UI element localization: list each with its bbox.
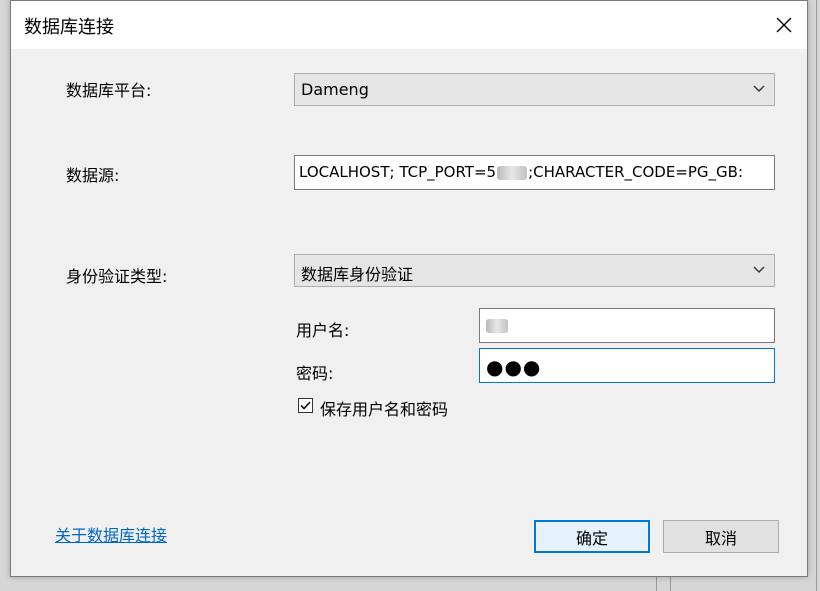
dialog-title: 数据库连接 bbox=[24, 17, 114, 38]
chevron-down-icon bbox=[753, 266, 765, 273]
auth-type-label: 身份验证类型: bbox=[66, 267, 168, 286]
platform-value: Dameng bbox=[301, 80, 369, 99]
save-credentials-checkbox[interactable] bbox=[298, 398, 313, 413]
about-connection-link[interactable]: 关于数据库连接 bbox=[55, 522, 167, 546]
checkmark-icon bbox=[300, 401, 311, 410]
redacted-username bbox=[486, 319, 508, 333]
datasource-value: LOCALHOST; TCP_PORT=5 ;CHARACTER_CODE=PG_… bbox=[299, 163, 744, 181]
username-label: 用户名: bbox=[296, 321, 350, 340]
chevron-down-icon bbox=[753, 85, 765, 92]
ok-button[interactable]: 确定 bbox=[534, 520, 650, 553]
datasource-label: 数据源: bbox=[66, 166, 120, 185]
username-input[interactable] bbox=[479, 308, 775, 343]
auth-type-select[interactable]: 数据库身份验证 bbox=[294, 254, 775, 287]
database-connection-dialog: 数据库连接 数据库平台: Dameng 数据源: LOCALHOST; TCP_… bbox=[10, 0, 808, 577]
background-window-edge bbox=[670, 577, 671, 591]
datasource-input[interactable]: LOCALHOST; TCP_PORT=5 ;CHARACTER_CODE=PG_… bbox=[294, 155, 775, 190]
close-button[interactable] bbox=[761, 1, 807, 49]
close-icon bbox=[776, 17, 792, 33]
background-window-edge bbox=[816, 0, 817, 591]
auth-type-value: 数据库身份验证 bbox=[301, 265, 414, 284]
save-credentials-label[interactable]: 保存用户名和密码 bbox=[320, 396, 448, 420]
password-label: 密码: bbox=[296, 364, 334, 383]
password-mask: ●●● bbox=[486, 355, 542, 379]
platform-label: 数据库平台: bbox=[66, 81, 152, 100]
redacted-port bbox=[497, 165, 528, 180]
title-bar: 数据库连接 bbox=[11, 1, 807, 49]
password-input[interactable]: ●●● bbox=[479, 348, 775, 383]
cancel-button[interactable]: 取消 bbox=[663, 520, 779, 553]
platform-select[interactable]: Dameng bbox=[294, 73, 775, 106]
background-window-edge bbox=[656, 577, 657, 591]
